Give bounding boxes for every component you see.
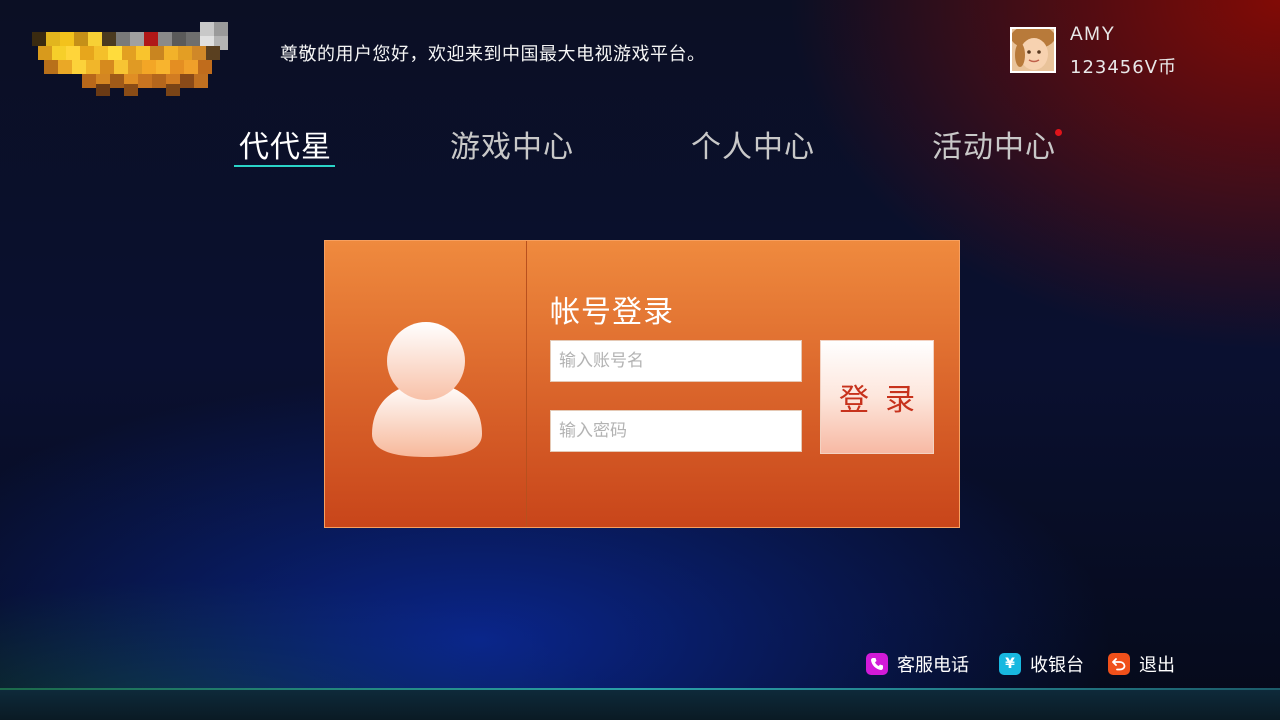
back-arrow-icon bbox=[1108, 653, 1130, 675]
cashier[interactable]: ¥ 收银台 bbox=[999, 652, 1084, 676]
user-balance: 123456V币 bbox=[1070, 57, 1178, 78]
user-name: AMY bbox=[1070, 24, 1116, 45]
customer-service-label: 客服电话 bbox=[897, 655, 969, 676]
password-input[interactable] bbox=[550, 410, 802, 452]
login-title: 帐号登录 bbox=[550, 295, 674, 330]
footer-band bbox=[0, 690, 1280, 720]
account-input[interactable] bbox=[550, 340, 802, 382]
login-avatar-panel bbox=[325, 241, 527, 527]
tab-activity-center[interactable]: 活动中心 bbox=[932, 122, 1056, 165]
active-tab-indicator bbox=[234, 165, 335, 167]
user-avatar[interactable] bbox=[1010, 27, 1056, 73]
tab-personal-center[interactable]: 个人中心 bbox=[691, 122, 815, 165]
brand-logo bbox=[32, 22, 232, 98]
welcome-message: 尊敬的用户您好，欢迎来到中国最大电视游戏平台。 bbox=[280, 44, 706, 65]
exit-label: 退出 bbox=[1139, 655, 1175, 676]
notification-dot bbox=[1055, 129, 1062, 136]
exit-button[interactable]: 退出 bbox=[1108, 652, 1175, 676]
customer-service-phone[interactable]: 客服电话 bbox=[866, 652, 969, 676]
phone-icon bbox=[866, 653, 888, 675]
cashier-label: 收银台 bbox=[1030, 655, 1084, 676]
tab-daidaixing[interactable]: 代代星 bbox=[239, 122, 332, 165]
tab-game-center[interactable]: 游戏中心 bbox=[450, 122, 574, 165]
user-silhouette-icon bbox=[372, 322, 482, 457]
yen-icon: ¥ bbox=[999, 653, 1021, 675]
login-button[interactable]: 登录 bbox=[820, 340, 934, 454]
login-card: 帐号登录 登录 bbox=[324, 240, 960, 528]
